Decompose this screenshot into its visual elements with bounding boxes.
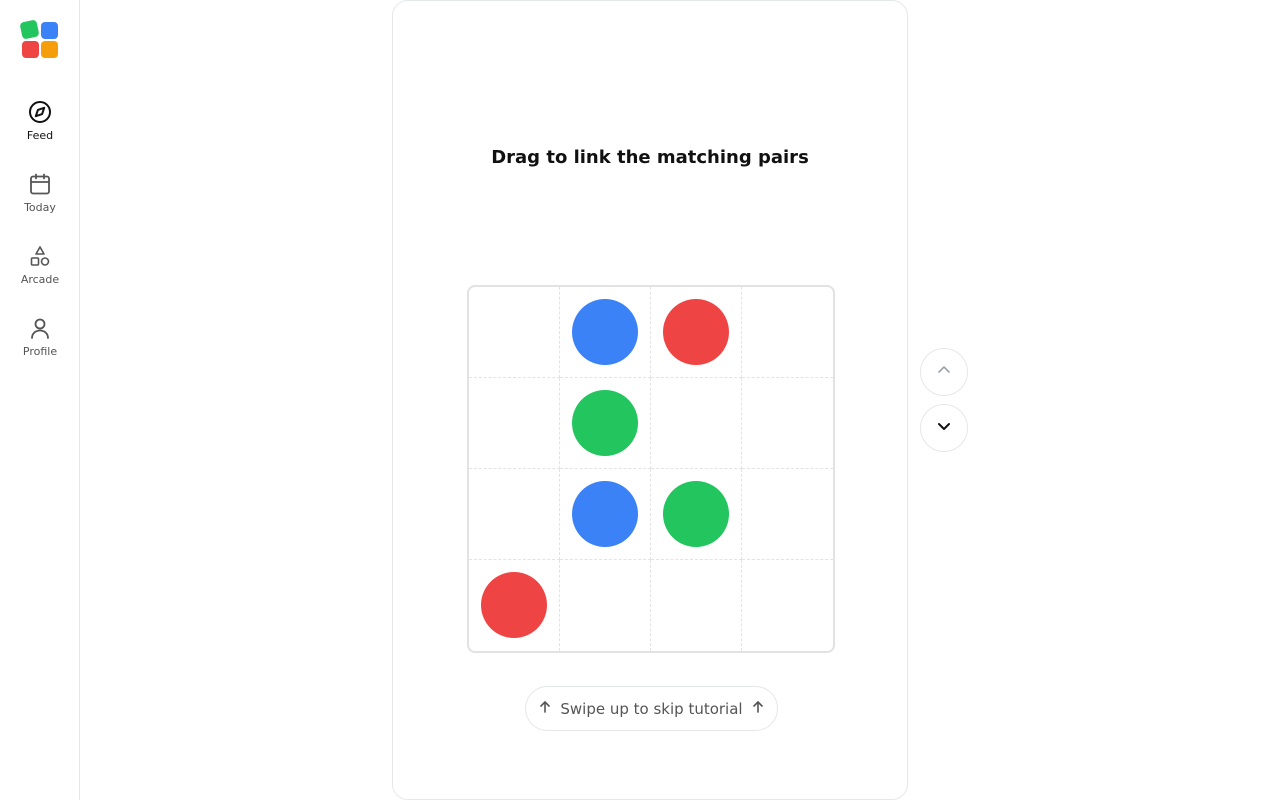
grid-cell[interactable] — [742, 378, 833, 469]
red-dot[interactable] — [663, 299, 729, 365]
app-logo[interactable] — [19, 19, 60, 60]
blue-dot[interactable] — [572, 299, 638, 365]
grid-cell[interactable] — [560, 469, 651, 560]
game-board[interactable] — [467, 285, 835, 653]
grid-cell[interactable] — [651, 287, 742, 378]
sidebar: Feed Today Arcade Profile — [0, 0, 80, 800]
arrow-up-icon — [538, 700, 552, 718]
chevron-down-icon — [935, 417, 953, 439]
red-dot[interactable] — [481, 572, 547, 638]
grid-cell[interactable] — [469, 560, 560, 651]
arrow-up-icon — [751, 700, 765, 718]
green-dot[interactable] — [663, 481, 729, 547]
sidebar-item-label: Feed — [26, 129, 54, 142]
skip-tutorial-button[interactable]: Swipe up to skip tutorial — [525, 686, 778, 731]
green-dot[interactable] — [572, 390, 638, 456]
grid-cell[interactable] — [560, 560, 651, 651]
game-card: Drag to link the matching pairs Swipe up… — [392, 0, 908, 800]
user-icon — [27, 315, 53, 341]
sidebar-item-arcade[interactable]: Arcade — [0, 243, 80, 299]
next-button[interactable] — [920, 404, 968, 452]
grid-cell[interactable] — [651, 469, 742, 560]
grid-cell[interactable] — [469, 469, 560, 560]
logo-square-orange — [41, 41, 58, 58]
grid-cell[interactable] — [560, 378, 651, 469]
sidebar-item-label: Today — [24, 201, 56, 214]
logo-square-blue — [41, 22, 58, 39]
previous-button[interactable] — [920, 348, 968, 396]
sidebar-item-profile[interactable]: Profile — [0, 315, 80, 371]
grid-cell[interactable] — [742, 469, 833, 560]
grid-cell[interactable] — [651, 560, 742, 651]
sidebar-item-feed[interactable]: Feed — [0, 99, 80, 155]
sidebar-item-label: Profile — [22, 345, 58, 358]
grid-cell[interactable] — [469, 378, 560, 469]
sidebar-item-today[interactable]: Today — [0, 171, 80, 227]
skip-tutorial-label: Swipe up to skip tutorial — [560, 699, 743, 718]
grid-cell[interactable] — [742, 287, 833, 378]
chevron-up-icon — [935, 361, 953, 383]
grid-cell[interactable] — [742, 560, 833, 651]
grid-cell[interactable] — [469, 287, 560, 378]
shapes-icon — [27, 243, 53, 269]
grid-cell[interactable] — [560, 287, 651, 378]
logo-square-green — [19, 19, 40, 40]
blue-dot[interactable] — [572, 481, 638, 547]
compass-icon — [27, 99, 53, 125]
sidebar-item-label: Arcade — [20, 273, 60, 286]
game-prompt: Drag to link the matching pairs — [491, 147, 809, 168]
grid-cell[interactable] — [651, 378, 742, 469]
logo-square-red — [22, 41, 39, 58]
calendar-icon — [27, 171, 53, 197]
